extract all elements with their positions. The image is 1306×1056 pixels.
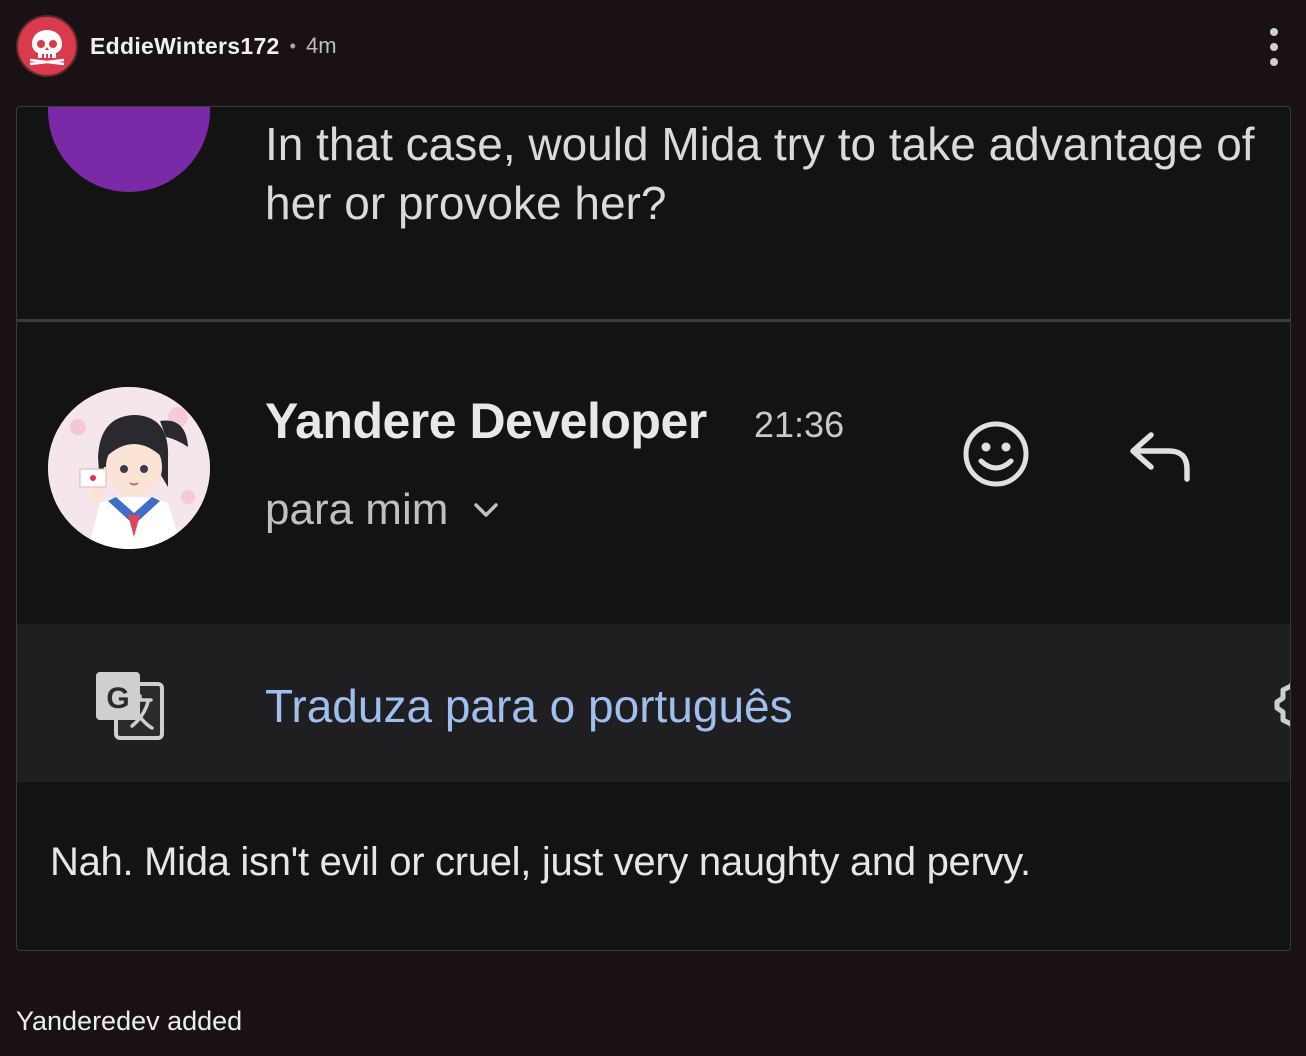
post-time: 4m	[305, 33, 337, 58]
emoji-icon	[963, 421, 1029, 487]
recipient-line: para mim	[265, 485, 502, 535]
translate-icon: G	[96, 672, 164, 740]
translate-link[interactable]: Traduza para o português	[265, 679, 793, 733]
svg-text:G: G	[106, 682, 129, 715]
user-avatar[interactable]	[16, 15, 78, 77]
purple-avatar	[48, 107, 210, 192]
settings-icon	[1274, 682, 1290, 728]
sender-name: Yandere Developer	[265, 393, 707, 449]
reply-icon	[1130, 432, 1190, 482]
question-message: In that case, would Mida try to take adv…	[265, 118, 1255, 229]
translate-bar: G Traduza para o português	[17, 624, 1290, 782]
sender-time: 21:36	[754, 404, 845, 445]
post-caption: Yanderedev added	[16, 1006, 243, 1036]
chevron-down-icon	[474, 503, 499, 517]
recipient-label: para mim	[265, 485, 449, 534]
post-username[interactable]: EddieWinters172	[90, 33, 280, 60]
embedded-screenshot[interactable]: In that case, would Mida try to take adv…	[16, 106, 1291, 951]
answer-message: Nah. Mida isn't evil or cruel, just very…	[50, 840, 1031, 884]
sender-avatar	[48, 387, 210, 549]
message-divider	[17, 319, 1290, 322]
post-header: EddieWinters172 • 4m	[16, 14, 337, 78]
skull-icon	[29, 30, 65, 66]
more-options-icon[interactable]	[1262, 28, 1286, 66]
separator-dot: •	[289, 35, 296, 56]
